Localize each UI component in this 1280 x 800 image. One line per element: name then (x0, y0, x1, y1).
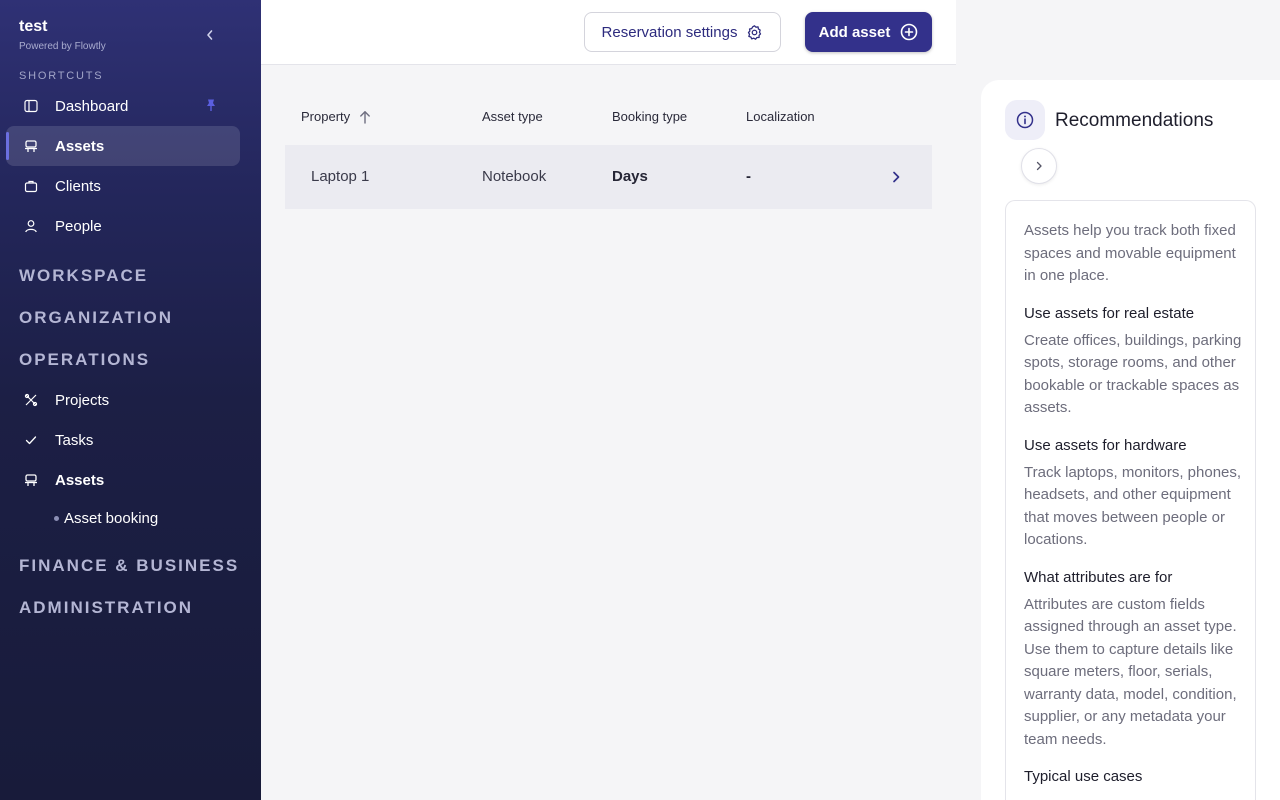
sidebar: test Powered by Flowtly SHORTCUTS Dashbo… (0, 0, 261, 800)
plus-circle-icon (901, 23, 918, 41)
recommendation-heading: What attributes are for (1024, 568, 1173, 586)
nav-asset-booking[interactable]: Asset booking (54, 508, 158, 528)
section-administration[interactable]: ADMINISTRATION (19, 598, 193, 618)
nav-projects[interactable]: Projects (6, 380, 240, 420)
check-icon (24, 433, 38, 447)
arrow-up-icon (360, 111, 370, 124)
cell-localization: - (746, 168, 751, 185)
column-header-booking-type[interactable]: Booking type (612, 109, 687, 124)
pin-icon[interactable] (204, 98, 218, 117)
column-header-asset-type[interactable]: Asset type (482, 109, 543, 124)
cell-asset-type: Notebook (482, 168, 547, 185)
recommendations-title: Recommendations (1055, 110, 1214, 131)
nav-label: Assets (55, 471, 105, 489)
user-icon (24, 219, 38, 233)
shortcut-label: Clients (55, 177, 101, 195)
cell-property: Laptop 1 (311, 168, 370, 185)
section-organization[interactable]: ORGANIZATION (19, 308, 173, 328)
reservation-settings-label: Reservation settings (601, 23, 738, 41)
nav-tasks[interactable]: Tasks (6, 420, 240, 460)
recommendation-text: Track laptops, monitors, phones, headset… (1024, 463, 1242, 549)
nav-label: Tasks (55, 431, 94, 449)
recommendation-item: Typical use cases (1024, 766, 1242, 788)
shortcut-label: Assets (55, 137, 105, 155)
shortcut-label: Dashboard (55, 97, 129, 115)
sort-ascending-button[interactable] (357, 109, 373, 125)
bullet-dot (54, 515, 59, 521)
workspace-name: test (19, 18, 48, 35)
add-asset-label: Add asset (818, 23, 891, 41)
nav-label: Projects (55, 391, 110, 409)
column-header-property[interactable]: Property (301, 109, 350, 124)
chevron-left-icon (207, 30, 213, 40)
info-icon (1016, 111, 1034, 129)
asset-icon (24, 139, 38, 153)
powered-by-label: Powered by Flowtly (19, 41, 106, 52)
projects-icon (24, 393, 38, 407)
recommendations-content: Assets help you track both fixed spaces … (1024, 220, 1242, 800)
panel-icon (24, 99, 38, 113)
briefcase-icon (24, 179, 38, 193)
gear-icon (748, 24, 762, 40)
shortcut-dashboard[interactable]: Dashboard (6, 86, 240, 126)
nav-assets[interactable]: Assets (6, 460, 240, 500)
add-asset-button[interactable]: Add asset (805, 12, 932, 52)
info-badge (1005, 100, 1045, 140)
recommendation-text: Create offices, buildings, parking spots… (1024, 331, 1242, 417)
recommendation-intro: Assets help you track both fixed spaces … (1024, 220, 1242, 288)
section-finance-business[interactable]: FINANCE & BUSINESS (19, 556, 239, 576)
recommendations-card: Assets help you track both fixed spaces … (1005, 200, 1256, 800)
recommendation-heading: Use assets for real estate (1024, 304, 1195, 322)
shortcuts-heading: SHORTCUTS (19, 70, 104, 82)
collapse-sidebar-button[interactable] (200, 26, 220, 44)
asset-icon (24, 473, 38, 487)
recommendation-item: Use assets for hardware Track laptops, m… (1024, 435, 1242, 552)
section-workspace[interactable]: WORKSPACE (19, 266, 148, 286)
column-header-localization[interactable]: Localization (746, 109, 815, 124)
recommendation-heading: Use assets for hardware (1024, 436, 1187, 454)
chevron-right-icon (893, 171, 900, 183)
table-row[interactable] (285, 145, 932, 209)
expand-recommendations-button[interactable] (1021, 148, 1057, 184)
chevron-right-icon (1036, 161, 1042, 171)
recommendation-item: Use assets for real estate Create office… (1024, 303, 1242, 420)
open-row-button[interactable] (888, 169, 904, 185)
recommendation-text: Attributes are custom fields assigned th… (1024, 595, 1237, 748)
shortcut-clients[interactable]: Clients (6, 166, 240, 206)
recommendation-item: What attributes are for Attributes are c… (1024, 567, 1242, 752)
shortcut-assets[interactable]: Assets (6, 126, 240, 166)
cell-booking-type: Days (612, 168, 648, 185)
intro-text: Assets help you track both fixed spaces … (1024, 222, 1236, 284)
reservation-settings-button[interactable]: Reservation settings (584, 12, 781, 52)
subnav-label: Asset booking (64, 509, 159, 527)
recommendation-heading: Typical use cases (1024, 768, 1143, 785)
section-operations[interactable]: OPERATIONS (19, 350, 150, 370)
shortcut-people[interactable]: People (6, 206, 240, 246)
shortcut-label: People (55, 217, 102, 235)
